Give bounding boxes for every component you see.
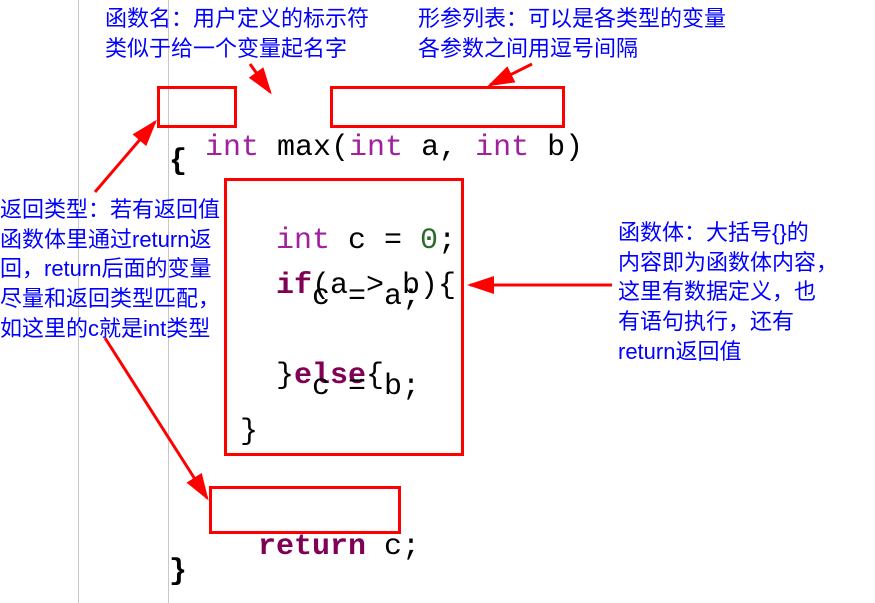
box-func-body [224, 178, 464, 456]
arrow-return-match [105, 338, 207, 498]
annotation-param-list: 形参列表：可以是各类型的变量 各参数之间用逗号间隔 [418, 4, 726, 63]
annotation-func-name: 函数名：用户定义的标示符 类似于给一个变量起名字 [105, 4, 369, 63]
token-a-comma: a, [403, 131, 475, 165]
token-int-a: int [349, 131, 403, 165]
token-return-c: c; [366, 530, 420, 564]
arrow-return-type [95, 122, 155, 192]
code-close-brace: } [169, 555, 187, 589]
code-open-brace: { [169, 145, 187, 179]
arrow-param-list [490, 64, 532, 85]
annotation-return-type: 返回类型：若有返回值 函数体里通过return返 回，return后面的变量 尽… [0, 195, 220, 343]
box-return-type [157, 86, 237, 128]
annotation-func-body: 函数体：大括号{}的 内容即为函数体内容， 这里有数据定义，也 有语句执行，还有… [618, 218, 838, 366]
token-int-b: int [475, 131, 529, 165]
arrow-func-name [250, 64, 270, 92]
token-int-ret: int [205, 131, 259, 165]
token-return: return [258, 530, 366, 564]
box-param-list [330, 86, 565, 128]
box-return-stmt [209, 486, 401, 534]
token-b-close: b) [529, 131, 583, 165]
token-max-open: max( [259, 131, 349, 165]
